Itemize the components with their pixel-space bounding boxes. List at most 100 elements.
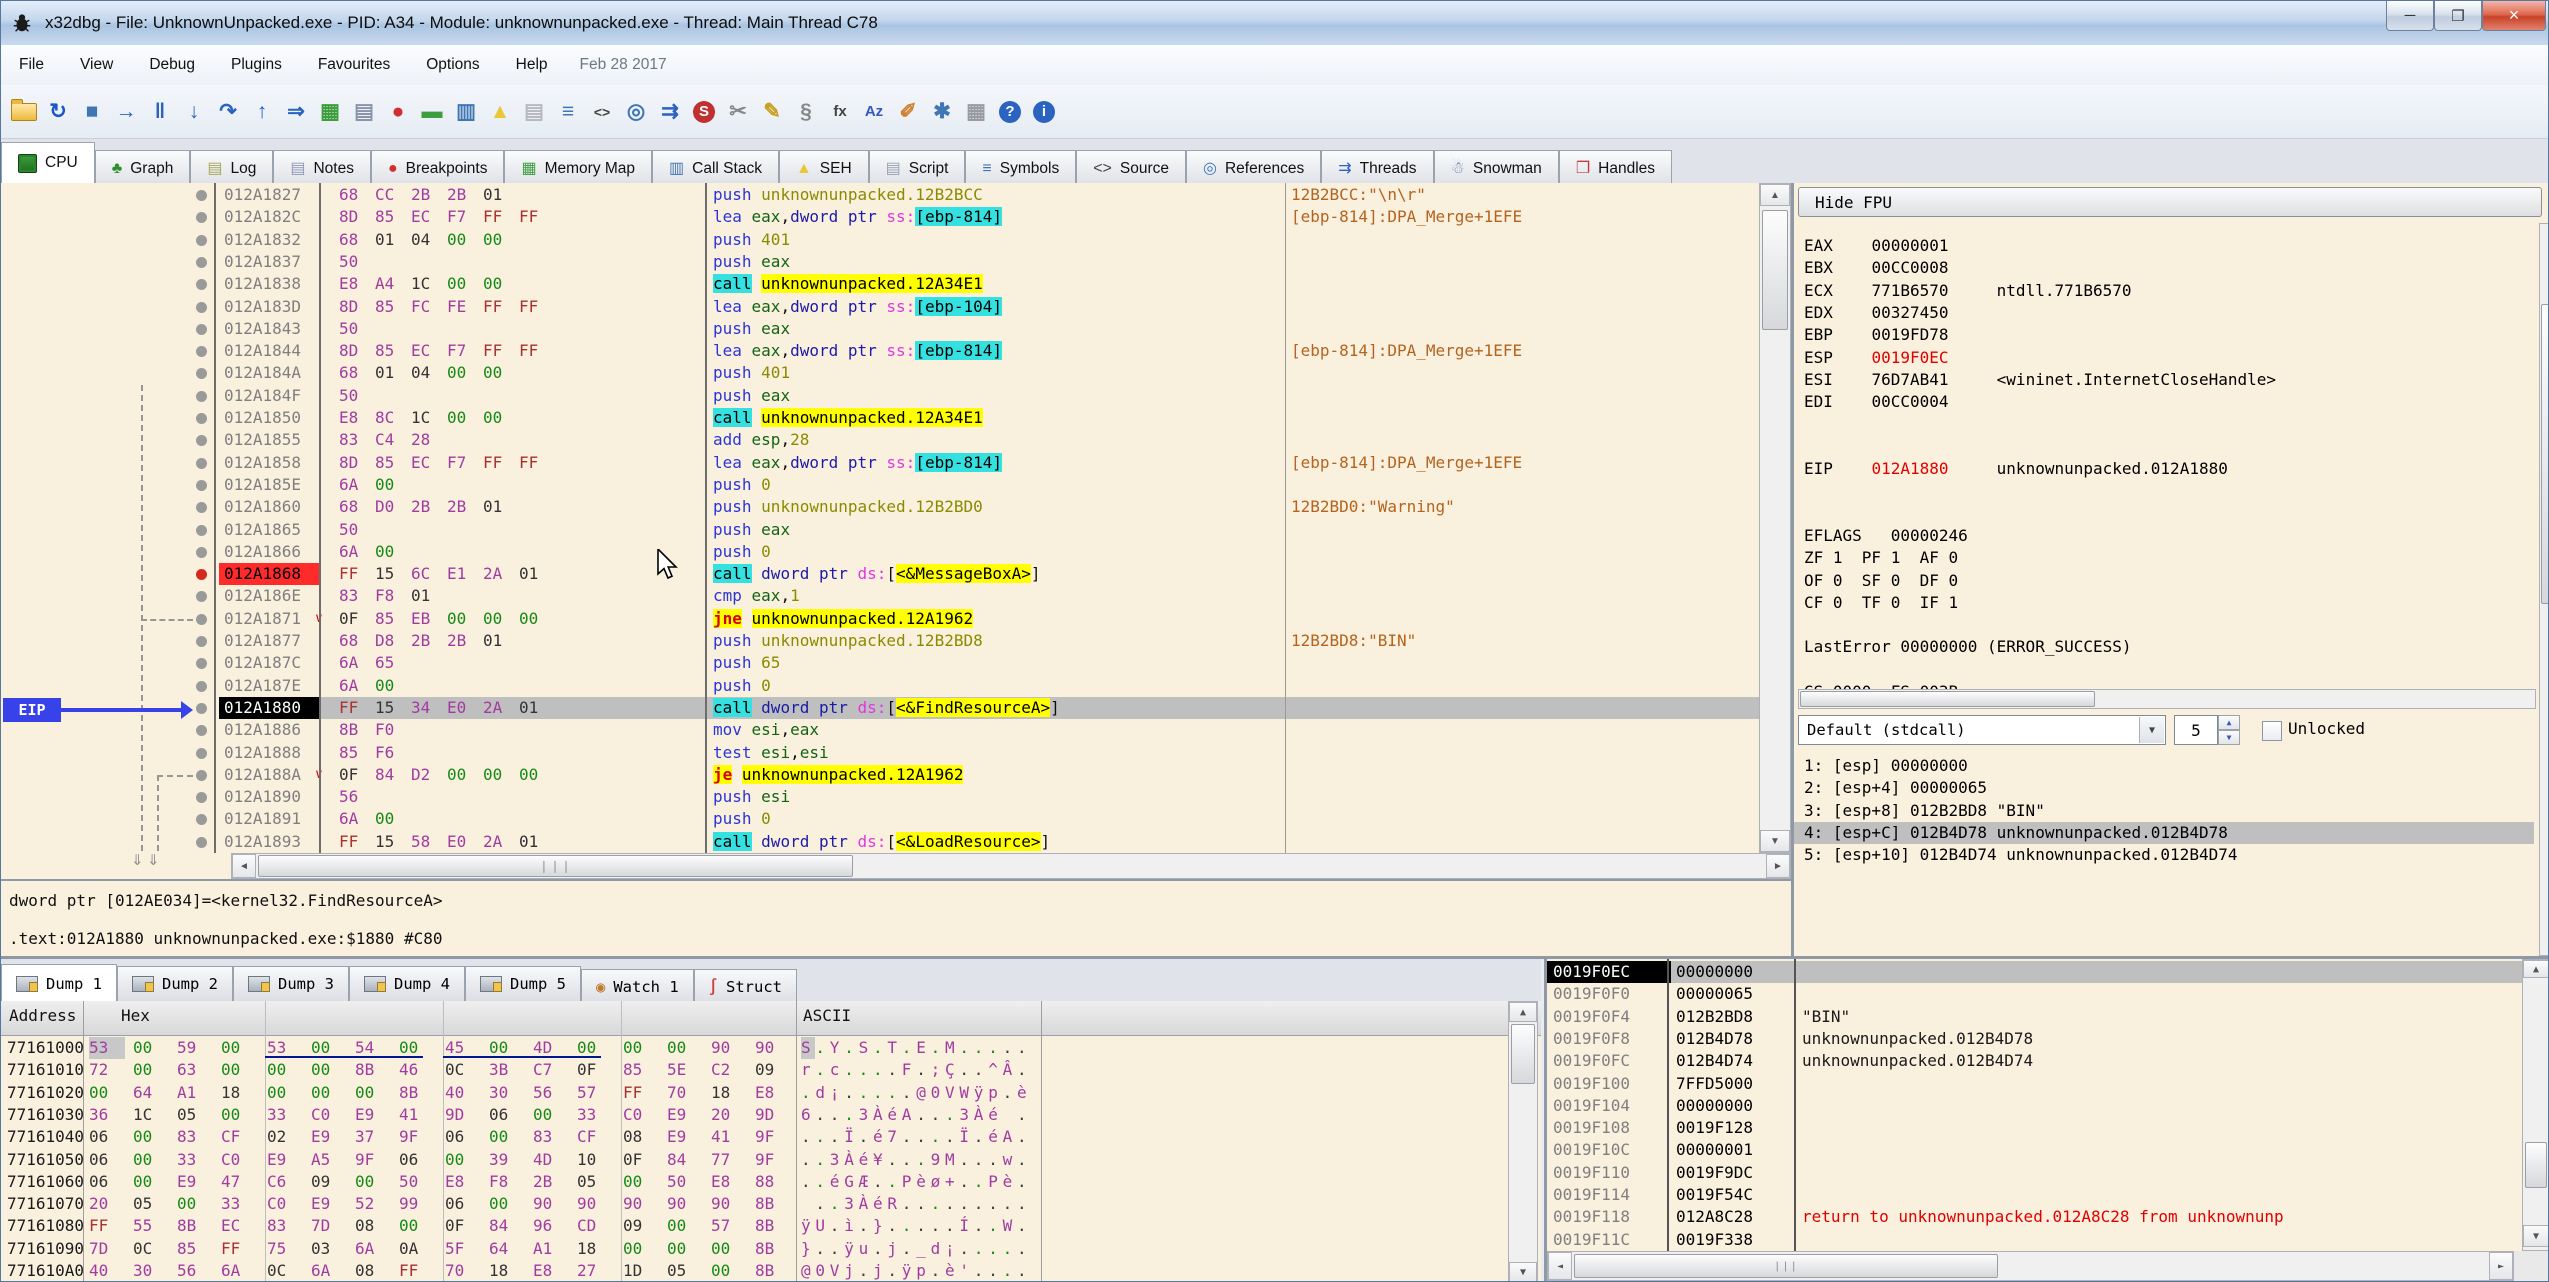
row-dot[interactable] (196, 525, 207, 536)
register-line[interactable]: EBX 00CC0008 (1804, 257, 1949, 279)
register-line[interactable]: EAX 00000001 (1804, 235, 1949, 257)
arg-count-stepper[interactable]: ▲▼ (2218, 715, 2240, 745)
row-dot[interactable] (196, 257, 207, 268)
menu-options[interactable]: Options (408, 50, 497, 79)
row-dot[interactable] (196, 614, 207, 625)
row-dot[interactable] (196, 703, 207, 714)
row-dot[interactable] (196, 324, 207, 335)
row-dot[interactable] (196, 547, 207, 558)
calling-convention-select[interactable]: Default (stdcall) ▼ (1798, 715, 2166, 745)
help-icon[interactable]: ? (995, 95, 1025, 129)
stack-row[interactable]: 0019F0EC00000000 (1547, 961, 2522, 983)
disasm-row[interactable]: 012A18916A00push 0 (193, 808, 1759, 830)
disasm-row[interactable]: 012A184A6801040000push 401 (193, 362, 1759, 384)
dump-row[interactable]: 77161000530059005300540045004D0000009090… (1, 1037, 1506, 1059)
dump-row[interactable]: 77161030361C050033C0E9419D060033C0E9209D… (1, 1104, 1506, 1126)
tab-references[interactable]: ◎References (1186, 150, 1321, 187)
title-bar[interactable]: x32dbg - File: UnknownUnpacked.exe - PID… (1, 1, 2549, 46)
snowman-icon[interactable]: S (689, 95, 719, 129)
tab-snowman[interactable]: ☃Snowman (1434, 150, 1559, 187)
register-line[interactable]: EFLAGS 00000246 (1804, 525, 1968, 547)
tab-script[interactable]: ▤Script (869, 150, 966, 187)
stack-row[interactable]: 0019F118012A8C28return to unknownunpacke… (1547, 1206, 2522, 1228)
menu-file[interactable]: File (1, 50, 62, 79)
dump-row[interactable]: 77161050060033C0E9A59F0600394D100F84779F… (1, 1149, 1506, 1171)
row-dot[interactable] (196, 302, 207, 313)
source-icon[interactable]: <> (587, 95, 617, 129)
stack-arg-row[interactable]: 3: [esp+8] 012B2BD8 "BIN" (1794, 800, 2534, 822)
comments-icon[interactable]: ✎ (757, 95, 787, 129)
pause-icon[interactable]: ‖ (145, 95, 175, 129)
disasm-row[interactable]: 012A186068D02B2B01push unknownunpacked.1… (193, 496, 1759, 518)
row-dot[interactable] (196, 658, 207, 669)
stack-row[interactable]: 0019F0FC012B4D74unknownunpacked.012B4D74 (1547, 1050, 2522, 1072)
register-line[interactable]: ESP 0019F0EC (1804, 347, 1949, 369)
row-dot[interactable] (196, 391, 207, 402)
row-dot[interactable] (196, 770, 207, 781)
tab-dump-3[interactable]: Dump 3 (233, 966, 349, 1001)
row-dot[interactable] (196, 814, 207, 825)
row-dot[interactable] (196, 748, 207, 759)
disasm-row[interactable]: 012A185E6A00push 0 (193, 474, 1759, 496)
disasm-row[interactable]: 012A188A∨0F84D2000000je unknownunpacked.… (193, 764, 1759, 786)
tab-watch-1[interactable]: ◉Watch 1 (581, 969, 694, 1004)
tab-memory-map[interactable]: ▦Memory Map (504, 150, 652, 187)
disasm-row[interactable]: 012A18666A00push 0 (193, 541, 1759, 563)
registers-vscrollbar[interactable] (2539, 223, 2549, 956)
register-line[interactable]: CF 0 TF 0 IF 1 (1804, 592, 1958, 614)
threads-icon[interactable]: ⇉ (655, 95, 685, 129)
disasm-row[interactable]: 012A184F50push eax (193, 385, 1759, 407)
disasm-row[interactable]: 012A186550push eax (193, 519, 1759, 541)
stop-icon[interactable]: ■ (77, 95, 107, 129)
register-line[interactable]: EBP 0019FD78 (1804, 324, 1949, 346)
stack-row[interactable]: 0019F11C0019F338 (1547, 1229, 2522, 1251)
disasm-row[interactable]: 012A1893FF1558E02A01call dword ptr ds:[<… (193, 831, 1759, 853)
dump-row[interactable]: 771610A04030566A0C6A08FF7018E8271D05008B… (1, 1260, 1506, 1282)
stack-row[interactable]: 0019F1100019F9DC (1547, 1162, 2522, 1184)
disasm-row[interactable]: 012A182768CC2B2B01push unknownunpacked.1… (193, 184, 1759, 206)
disasm-row[interactable]: 012A18588D85ECF7FFFFlea eax,dword ptr ss… (193, 452, 1759, 474)
tab-notes[interactable]: ▤Notes (273, 150, 371, 187)
row-dot[interactable] (196, 190, 207, 201)
row-dot[interactable] (196, 368, 207, 379)
text-icon[interactable]: Az (859, 95, 889, 129)
disasm-row[interactable]: 012A187C6A65push 65 (193, 652, 1759, 674)
dump-row[interactable]: 771610907D0C85FF75036A0A5F64A1180000008B… (1, 1238, 1506, 1260)
disasm-row[interactable]: 012A187E6A00push 0 (193, 675, 1759, 697)
stack-panel[interactable]: 0019F0EC000000000019F0F0000000650019F0F4… (1544, 959, 2549, 1282)
row-dot[interactable] (196, 591, 207, 602)
stack-row[interactable]: 0019F1140019F54C (1547, 1184, 2522, 1206)
row-dot[interactable] (196, 346, 207, 357)
disasm-row[interactable]: 012A1850E88C1C0000call unknownunpacked.1… (193, 407, 1759, 429)
disasm-row[interactable]: 012A182C8D85ECF7FFFFlea eax,dword ptr ss… (193, 206, 1759, 228)
functions-icon[interactable]: fx (825, 95, 855, 129)
disasm-row[interactable]: 012A1871∨0F85EB000000jne unknownunpacked… (193, 608, 1759, 630)
dump-row[interactable]: 771610600600E947C6090050E8F82B050050E888… (1, 1171, 1506, 1193)
register-line[interactable]: ZF 1 PF 1 AF 0 (1804, 547, 1958, 569)
tab-handles[interactable]: ❒Handles (1559, 150, 1672, 187)
stack-arg-row[interactable]: 1: [esp] 00000000 (1794, 755, 2534, 777)
stack-arg-row[interactable]: 5: [esp+10] 012B4D74 unknownunpacked.012… (1794, 844, 2534, 866)
run-to-user-icon[interactable]: ⇒ (281, 95, 311, 129)
settings-icon[interactable]: ✱ (927, 95, 957, 129)
hide-fpu-button[interactable]: Hide FPU (1798, 187, 2542, 217)
registers-panel[interactable]: Hide FPU EAX 00000001EBX 00CC0008ECX 771… (1791, 183, 2549, 956)
maximize-button[interactable]: ❐ (2434, 1, 2482, 31)
highlight-icon[interactable]: ✐ (893, 95, 923, 129)
register-line[interactable]: EDI 00CC0004 (1804, 391, 1949, 413)
symbols-icon[interactable]: ≡ (553, 95, 583, 129)
breakpoint-icon[interactable]: ● (383, 95, 413, 129)
script-icon[interactable]: ▤ (519, 95, 549, 129)
step-over-icon[interactable]: ↷ (213, 95, 243, 129)
row-dot[interactable] (196, 212, 207, 223)
disasm-row[interactable]: 012A18868BF0mov esi,eax (193, 719, 1759, 741)
step-into-icon[interactable]: ↓ (179, 95, 209, 129)
disasm-row[interactable]: 012A183750push eax (193, 251, 1759, 273)
stack-arg-row[interactable]: 4: [esp+C] 012B4D78 unknownunpacked.012B… (1794, 822, 2534, 844)
row-dot[interactable] (196, 279, 207, 290)
patches-icon[interactable]: ✂ (723, 95, 753, 129)
disasm-row[interactable]: 012A186E83F801cmp eax,1 (193, 585, 1759, 607)
stack-row[interactable]: 0019F1007FFD5000 (1547, 1073, 2522, 1095)
row-dot[interactable] (196, 480, 207, 491)
tab-log[interactable]: ▤Log (190, 150, 273, 187)
